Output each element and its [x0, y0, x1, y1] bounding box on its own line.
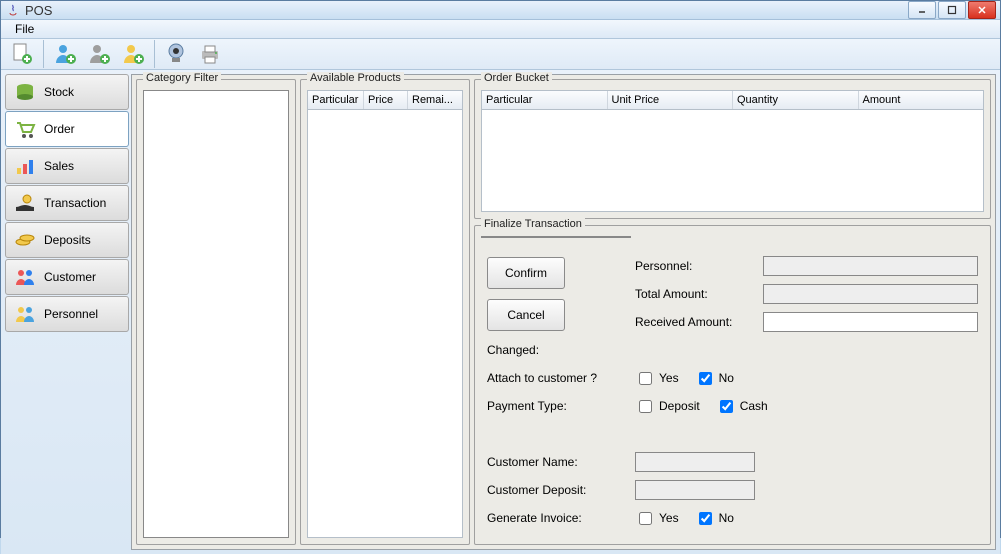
- webcam-icon[interactable]: [161, 39, 191, 69]
- available-products-legend: Available Products: [307, 72, 404, 84]
- order-bucket-panel: Order Bucket Particular Unit Price Quant…: [474, 79, 991, 219]
- menu-file[interactable]: File: [7, 20, 42, 38]
- toolbar-separator: [154, 40, 155, 68]
- category-listbox[interactable]: [143, 90, 289, 538]
- label-cash: Cash: [740, 399, 768, 413]
- col-quantity[interactable]: Quantity: [733, 91, 859, 109]
- nav-sidebar: Stock Order Sales Transaction Deposits C…: [5, 74, 129, 550]
- nav-label: Transaction: [44, 196, 106, 210]
- attach-no-checkbox[interactable]: No: [695, 369, 734, 388]
- category-filter-panel: Category Filter: [136, 79, 296, 545]
- col-particular[interactable]: Particular: [308, 91, 364, 109]
- field-customer-name: [635, 452, 755, 472]
- label-attach-customer: Attach to customer ?: [487, 371, 627, 385]
- nav-item-deposits[interactable]: Deposits: [5, 222, 129, 258]
- col-unit-price[interactable]: Unit Price: [608, 91, 734, 109]
- payment-cash-checkbox[interactable]: Cash: [716, 397, 768, 416]
- nav-item-sales[interactable]: Sales: [5, 148, 129, 184]
- close-button[interactable]: [968, 1, 996, 19]
- label-personnel: Personnel:: [635, 259, 755, 273]
- label-no: No: [719, 371, 734, 385]
- label-yes: Yes: [659, 371, 679, 385]
- maximize-button[interactable]: [938, 1, 966, 19]
- label-received-amount: Received Amount:: [635, 315, 755, 329]
- nav-item-stock[interactable]: Stock: [5, 74, 129, 110]
- java-icon: [5, 2, 21, 18]
- field-customer-deposit: [635, 480, 755, 500]
- available-products-panel: Available Products Particular Price Rema…: [300, 79, 470, 545]
- nav-label: Customer: [44, 270, 96, 284]
- toolbar-separator: [43, 40, 44, 68]
- order-bucket-legend: Order Bucket: [481, 72, 552, 84]
- minimize-button[interactable]: [908, 1, 936, 19]
- label-deposit: Deposit: [659, 399, 700, 413]
- payment-deposit-checkbox[interactable]: Deposit: [635, 397, 700, 416]
- finalize-legend: Finalize Transaction: [481, 218, 585, 230]
- invoice-no-checkbox[interactable]: No: [695, 509, 734, 528]
- nav-item-order[interactable]: Order: [5, 111, 129, 147]
- nav-label: Sales: [44, 159, 74, 173]
- titlebar: POS: [1, 1, 1000, 20]
- app-window: POS File: [0, 0, 1001, 538]
- attach-yes-checkbox[interactable]: Yes: [635, 369, 679, 388]
- field-total-amount: [763, 284, 978, 304]
- label-total-amount: Total Amount:: [635, 287, 755, 301]
- confirm-button[interactable]: Confirm: [487, 257, 565, 289]
- finalize-panel: Finalize Transaction Personnel: Confirm …: [474, 225, 991, 545]
- add-user-yellow-icon[interactable]: [118, 39, 148, 69]
- bucket-table-body[interactable]: [481, 110, 984, 212]
- field-personnel: [763, 256, 978, 276]
- invoice-yes-checkbox[interactable]: Yes: [635, 509, 679, 528]
- nav-label: Order: [44, 122, 75, 136]
- bucket-table-header: Particular Unit Price Quantity Amount: [481, 90, 984, 110]
- finalize-side-list[interactable]: [481, 236, 631, 238]
- hand-coin-icon: [12, 190, 38, 216]
- staff-icon: [12, 301, 38, 327]
- cancel-button[interactable]: Cancel: [487, 299, 565, 331]
- menubar: File: [1, 20, 1000, 39]
- content-area: Category Filter Available Products Parti…: [131, 74, 996, 550]
- window-controls: [908, 1, 996, 19]
- label-payment-type: Payment Type:: [487, 399, 627, 413]
- toolbar: [1, 39, 1000, 70]
- label-generate-invoice: Generate Invoice:: [487, 511, 627, 525]
- field-received-amount[interactable]: [763, 312, 978, 332]
- people-icon: [12, 264, 38, 290]
- printer-icon[interactable]: [195, 39, 225, 69]
- category-filter-legend: Category Filter: [143, 72, 221, 84]
- nav-label: Deposits: [44, 233, 91, 247]
- new-document-icon[interactable]: [7, 39, 37, 69]
- label-customer-deposit: Customer Deposit:: [487, 483, 627, 497]
- chart-icon: [12, 153, 38, 179]
- nav-label: Stock: [44, 85, 74, 99]
- add-user-grey-icon[interactable]: [84, 39, 114, 69]
- label-yes: Yes: [659, 511, 679, 525]
- label-no: No: [719, 511, 734, 525]
- nav-item-personnel[interactable]: Personnel: [5, 296, 129, 332]
- nav-label: Personnel: [44, 307, 98, 321]
- label-changed: Changed:: [487, 343, 627, 357]
- finalize-form: Personnel: Confirm Cancel Total Amount: …: [481, 246, 984, 538]
- col-amount[interactable]: Amount: [859, 91, 984, 109]
- nav-item-transaction[interactable]: Transaction: [5, 185, 129, 221]
- col-remaining[interactable]: Remai...: [408, 91, 462, 109]
- stock-icon: [12, 79, 38, 105]
- available-table-body[interactable]: [307, 110, 463, 538]
- col-particular[interactable]: Particular: [482, 91, 608, 109]
- add-user-blue-icon[interactable]: [50, 39, 80, 69]
- body: Stock Order Sales Transaction Deposits C…: [1, 70, 1000, 554]
- nav-item-customer[interactable]: Customer: [5, 259, 129, 295]
- available-table-header: Particular Price Remai...: [307, 90, 463, 110]
- col-price[interactable]: Price: [364, 91, 408, 109]
- right-column: Order Bucket Particular Unit Price Quant…: [474, 79, 991, 545]
- window-title: POS: [25, 3, 908, 18]
- label-customer-name: Customer Name:: [487, 455, 627, 469]
- coins-icon: [12, 227, 38, 253]
- cart-icon: [12, 116, 38, 142]
